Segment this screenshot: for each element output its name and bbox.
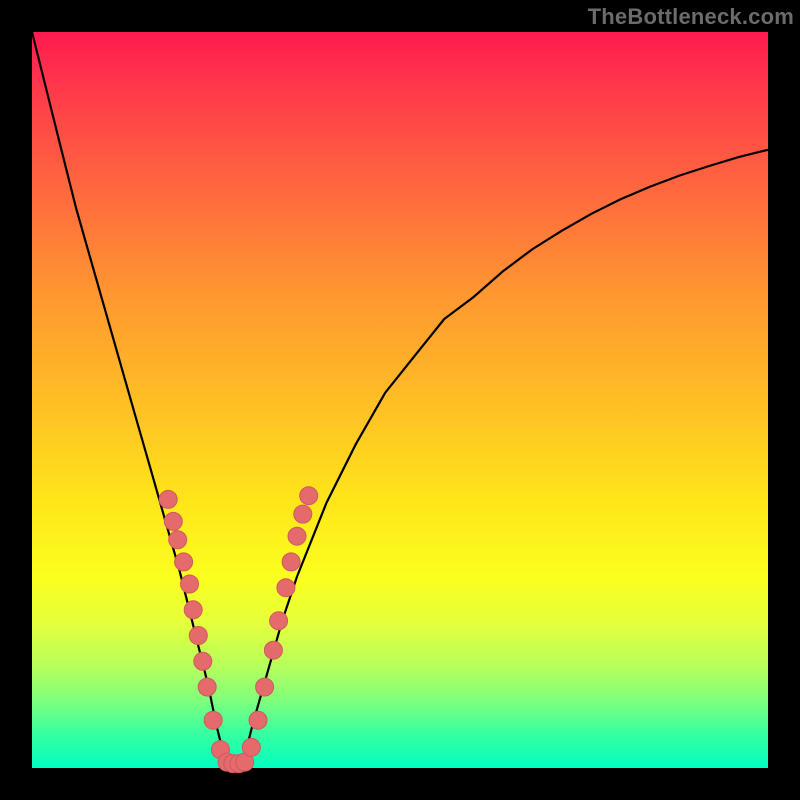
marker-dots — [159, 487, 318, 773]
chart-svg — [32, 32, 768, 768]
marker-dot — [282, 553, 300, 571]
marker-dot — [175, 553, 193, 571]
marker-dot — [198, 678, 216, 696]
marker-dot — [169, 531, 187, 549]
marker-dot — [164, 512, 182, 530]
marker-dot — [189, 627, 207, 645]
marker-dot — [181, 575, 199, 593]
marker-dot — [300, 487, 318, 505]
marker-dot — [277, 579, 295, 597]
marker-dot — [256, 678, 274, 696]
bottleneck-curve — [32, 32, 768, 768]
marker-dot — [204, 711, 222, 729]
marker-dot — [288, 527, 306, 545]
marker-dot — [264, 641, 282, 659]
watermark-text: TheBottleneck.com — [588, 4, 794, 30]
marker-dot — [184, 601, 202, 619]
marker-dot — [294, 505, 312, 523]
chart-frame: TheBottleneck.com — [0, 0, 800, 800]
marker-dot — [270, 612, 288, 630]
marker-dot — [159, 490, 177, 508]
marker-dot — [249, 711, 267, 729]
marker-dot — [242, 738, 260, 756]
plot-area — [32, 32, 768, 768]
marker-dot — [194, 652, 212, 670]
